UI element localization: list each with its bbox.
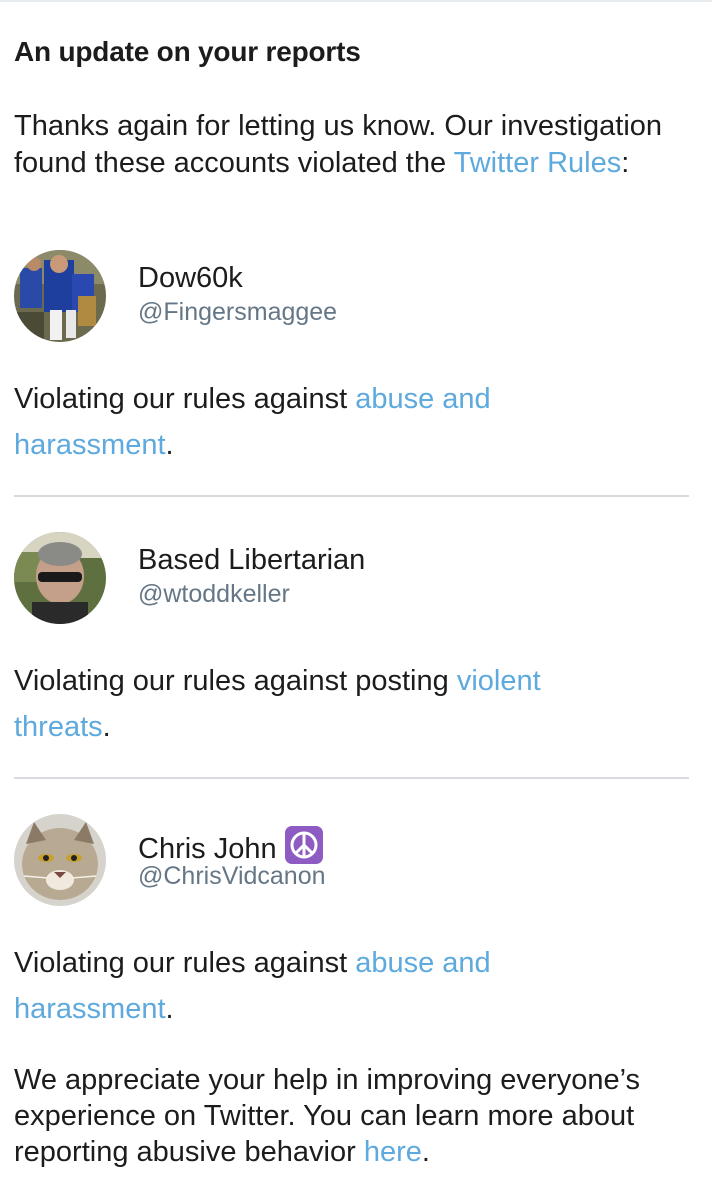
violation-reason-2: Violating our rules against posting viol… bbox=[14, 658, 574, 750]
reason-suffix: . bbox=[165, 429, 174, 461]
violation-reason-3: Violating our rules against abuse and ha… bbox=[14, 940, 574, 1032]
display-name: Chris John bbox=[138, 826, 323, 866]
intro-paragraph: Thanks again for letting us know. Our in… bbox=[14, 108, 694, 182]
violation-reason-1: Violating our rules against abuse and ha… bbox=[14, 376, 574, 468]
account-handle: @ChrisVidcanon bbox=[138, 862, 326, 890]
reported-account-2[interactable]: Based Libertarian @wtoddkeller bbox=[14, 532, 694, 632]
reason-text: Violating our rules against bbox=[14, 947, 356, 979]
account-handle: @wtoddkeller bbox=[138, 580, 290, 608]
display-name: Based Libertarian bbox=[138, 544, 366, 576]
display-name-text: Chris John bbox=[138, 833, 277, 865]
reported-account-3[interactable]: Chris John @ChrisVidcanon bbox=[14, 814, 694, 914]
peace-symbol-icon bbox=[284, 826, 323, 864]
section-divider bbox=[14, 777, 689, 779]
closing-suffix: . bbox=[421, 1136, 430, 1168]
closing-paragraph: We appreciate your help in improving eve… bbox=[14, 1062, 704, 1170]
section-divider bbox=[14, 495, 689, 497]
page-title: An update on your reports bbox=[14, 36, 361, 67]
reason-suffix: . bbox=[165, 993, 174, 1025]
closing-text: We appreciate your help in improving eve… bbox=[14, 1064, 640, 1168]
reason-text: Violating our rules against bbox=[14, 383, 356, 415]
reason-suffix: . bbox=[102, 711, 111, 743]
intro-suffix: : bbox=[621, 147, 630, 179]
avatar[interactable] bbox=[14, 250, 106, 342]
display-name: Dow60k bbox=[138, 262, 243, 294]
reported-account-1[interactable]: Dow60k @Fingersmaggee bbox=[14, 250, 694, 350]
twitter-rules-link[interactable]: Twitter Rules bbox=[454, 147, 622, 179]
account-handle: @Fingersmaggee bbox=[138, 298, 338, 326]
learn-more-here-link[interactable]: here bbox=[364, 1136, 422, 1168]
avatar[interactable] bbox=[14, 532, 106, 624]
reason-text: Violating our rules against posting bbox=[14, 665, 457, 697]
top-divider bbox=[0, 0, 712, 2]
avatar[interactable] bbox=[14, 814, 106, 906]
